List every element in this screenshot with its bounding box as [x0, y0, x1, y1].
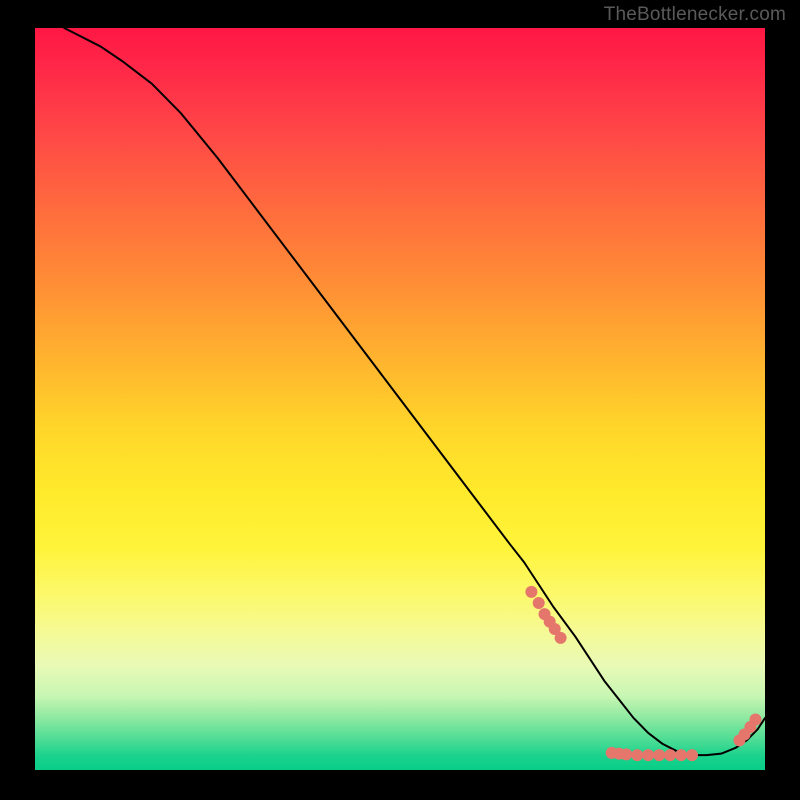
curve-marker [620, 748, 632, 760]
curve-markers [525, 586, 761, 761]
watermark-text: TheBottlenecker.com [604, 4, 786, 26]
curve-marker [653, 749, 665, 761]
curve-marker [686, 749, 698, 761]
bottleneck-curve [64, 28, 765, 755]
chart-stage: TheBottlenecker.com [0, 0, 800, 800]
curve-marker [642, 749, 654, 761]
curve-marker [555, 632, 567, 644]
curve-marker [533, 597, 545, 609]
curve-marker [675, 749, 687, 761]
curve-marker [525, 586, 537, 598]
chart-overlay [35, 28, 765, 770]
curve-marker [750, 714, 762, 726]
curve-marker [631, 749, 643, 761]
curve-marker [664, 749, 676, 761]
plot-area [35, 28, 765, 770]
